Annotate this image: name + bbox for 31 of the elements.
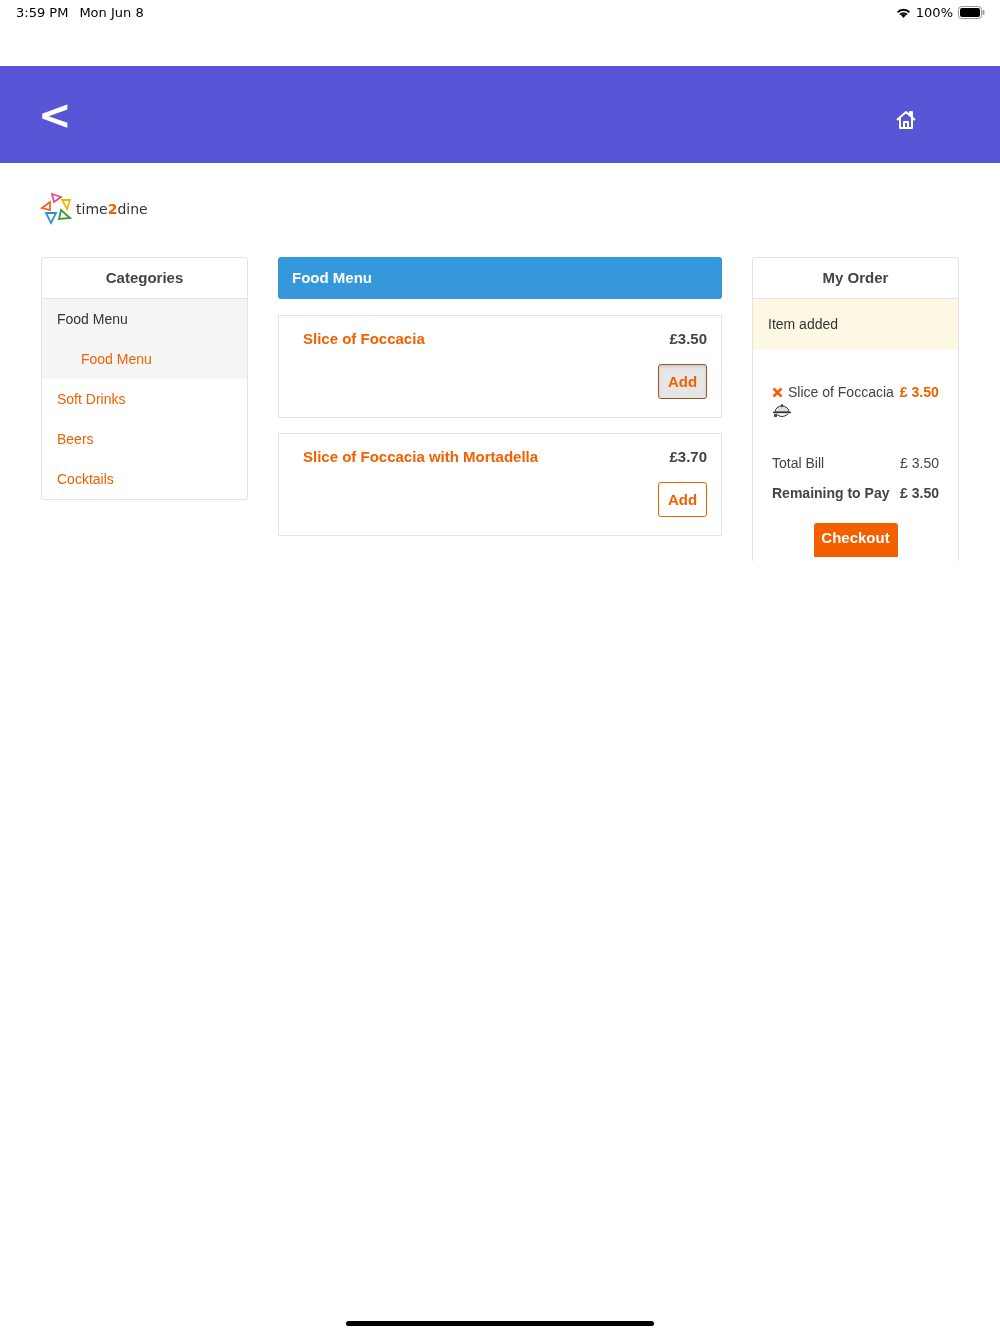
cloche-icon: [772, 403, 792, 419]
back-button[interactable]: <: [38, 91, 72, 138]
checkout-button[interactable]: Checkout: [813, 523, 898, 557]
order-item-name: Slice of Foccacia: [788, 384, 894, 400]
total-value: £ 3.50: [900, 455, 939, 471]
add-button[interactable]: Add: [658, 364, 707, 399]
subcategory-item[interactable]: Food Menu: [42, 339, 247, 379]
category-item[interactable]: Food Menu: [42, 299, 247, 339]
total-label: Remaining to Pay: [772, 485, 890, 501]
category-item[interactable]: Soft Drinks: [42, 379, 247, 419]
order-item-price: £ 3.50: [899, 384, 939, 400]
home-icon[interactable]: [895, 109, 917, 130]
logo-icon: [40, 192, 72, 226]
add-button[interactable]: Add: [658, 482, 707, 517]
total-value: £ 3.50: [900, 485, 939, 501]
menu-title-bar: Food Menu: [278, 257, 722, 299]
battery-icon: [958, 5, 985, 19]
item-price: £3.50: [669, 330, 707, 347]
logo-text: time2dine: [76, 201, 148, 217]
category-item[interactable]: Cocktails: [42, 459, 247, 499]
item-name: Slice of Foccacia with Mortadella: [303, 448, 539, 465]
total-label: Total Bill: [772, 455, 825, 471]
status-time: 3:59 PM: [16, 4, 69, 20]
wifi-icon: [895, 6, 911, 18]
notice-message: Item added: [753, 299, 958, 350]
battery-percent: 100%: [915, 4, 953, 20]
category-item[interactable]: Beers: [42, 419, 247, 459]
status-date: Mon Jun 8: [79, 4, 144, 20]
item-price: £3.70: [669, 448, 707, 465]
item-name: Slice of Foccacia: [303, 330, 425, 347]
remove-icon[interactable]: [772, 386, 783, 398]
